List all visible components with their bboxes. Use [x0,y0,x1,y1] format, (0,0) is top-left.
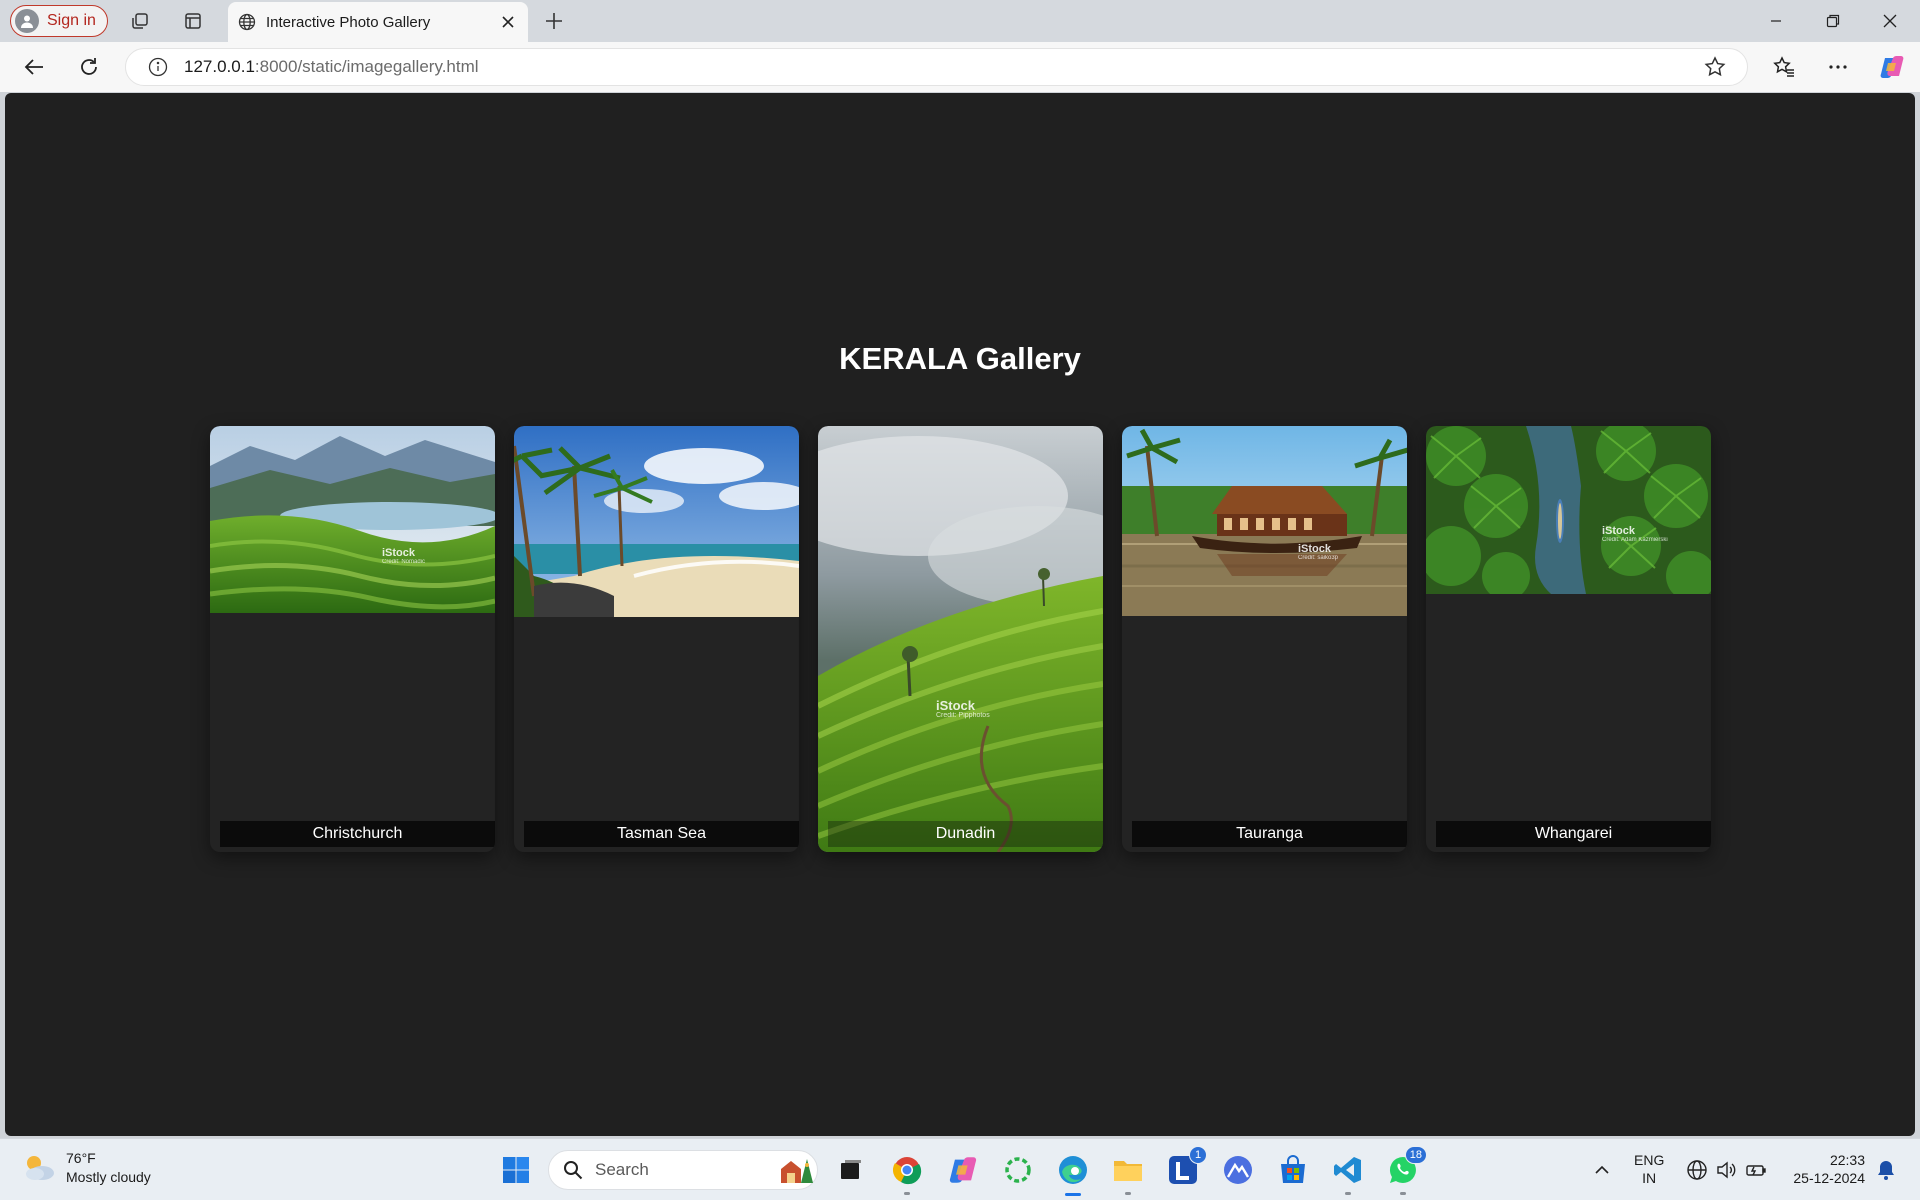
plus-icon[interactable] [540,7,568,35]
card-image[interactable] [514,426,799,617]
card-image[interactable]: iStock Credit: Nomadic [210,426,495,613]
language-code: ENG [1634,1152,1665,1168]
clock-date: 25-12-2024 [1793,1170,1865,1186]
watermark-text: iStock [382,547,416,559]
url-path: :8000/static/imagegallery.html [254,57,479,76]
task-view-icon[interactable] [833,1152,869,1188]
chevron-up-icon[interactable] [1584,1152,1620,1188]
image-watermark: iStock Credit: Pipphotos [936,699,990,719]
chrome-icon[interactable] [889,1152,925,1195]
watermark-credit: Credit: Nomadic [382,559,426,565]
weather-widget[interactable]: 76°F Mostly cloudy [22,1149,151,1187]
sign-in-label: Sign in [47,12,96,29]
card-caption: Dunadin [828,821,1103,847]
battery-icon[interactable] [1738,1152,1774,1188]
clock[interactable]: 22:33 25-12-2024 [1785,1151,1865,1187]
watermark-text: iStock [936,698,976,713]
l-app-icon[interactable]: 1 [1165,1146,1207,1188]
language-indicator[interactable]: ENG IN [1634,1151,1664,1187]
card-image[interactable]: iStock Credit: Adam Kazmierski [1426,426,1711,594]
taskbar: 76°F Mostly cloudy Search 1 18 ENG IN 22… [0,1138,1920,1200]
gallery-card-christchurch[interactable]: iStock Credit: Nomadic Christchurch [210,426,495,852]
tab-title: Interactive Photo Gallery [266,13,431,31]
watermark-credit: Credit: Pipphotos [936,712,990,719]
url-text[interactable]: 127.0.0.1:8000/static/imagegallery.html [184,57,1701,77]
watermark-text: iStock [1298,543,1332,555]
window-close-icon[interactable] [1862,0,1918,42]
tab-actions-icon[interactable] [181,9,205,33]
active-indicator [1065,1193,1081,1196]
close-icon[interactable] [494,8,522,36]
copilot-icon[interactable] [1878,53,1906,81]
card-caption: Christchurch [220,821,495,847]
gallery-card-dunadin[interactable]: iStock Credit: Pipphotos Dunadin [818,426,1103,852]
image-watermark: iStock Credit: Nomadic [382,547,426,566]
search-icon [563,1160,583,1180]
card-caption: Tauranga [1132,821,1407,847]
copilot-taskbar-icon[interactable] [945,1152,981,1188]
image-watermark: iStock Credit: Adam Kazmierski [1602,525,1668,544]
tab-strip: Sign in Interactive Photo Gallery [0,0,1920,42]
running-indicator [1125,1192,1131,1195]
gallery-card-whangarei[interactable]: iStock Credit: Adam Kazmierski Whangarei [1426,426,1711,852]
sign-in-button[interactable]: Sign in [10,5,108,37]
card-caption: Tasman Sea [524,821,799,847]
windows-icon[interactable] [498,1152,534,1188]
minimize-icon[interactable] [1748,0,1804,42]
watermark-text: iStock [1602,525,1636,537]
star-icon[interactable] [1701,53,1729,81]
page-viewport: KERALA Gallery iStock Credit: Nomadic Ch… [5,93,1915,1136]
edge-icon[interactable] [1055,1152,1091,1196]
running-indicator [1400,1192,1406,1195]
restore-icon[interactable] [1805,0,1861,42]
card-image[interactable]: iStock Credit: Pipphotos [818,426,1103,852]
card-image[interactable]: iStock Credit: saiko3p [1122,426,1407,616]
search-highlight-icon [777,1155,817,1185]
loader-app-icon[interactable] [1000,1152,1036,1188]
back-icon[interactable] [20,53,48,81]
globe-icon [238,13,256,31]
mountain-app-icon[interactable] [1220,1152,1256,1188]
watermark-credit: Credit: saiko3p [1298,555,1339,561]
store-icon[interactable] [1275,1152,1311,1188]
address-field[interactable]: 127.0.0.1:8000/static/imagegallery.html [125,48,1748,86]
tab-active[interactable]: Interactive Photo Gallery [228,2,528,42]
search-placeholder: Search [595,1160,649,1179]
running-indicator [904,1192,910,1195]
region-code: IN [1642,1170,1657,1186]
clock-time: 22:33 [1829,1152,1865,1168]
url-host: 127.0.0.1 [184,57,255,76]
workspaces-icon[interactable] [128,9,152,33]
card-caption: Whangarei [1436,821,1711,847]
notification-badge: 1 [1189,1146,1207,1164]
more-icon[interactable] [1824,53,1852,81]
whatsapp-icon[interactable]: 18 [1385,1146,1427,1195]
page-title: KERALA Gallery [839,341,1081,376]
favorites-icon[interactable] [1770,53,1798,81]
weather-description: Mostly cloudy [66,1169,151,1185]
weather-temp: 76°F [66,1150,96,1166]
running-indicator [1345,1192,1351,1195]
address-bar-row: 127.0.0.1:8000/static/imagegallery.html [0,42,1920,92]
gallery-card-tasman-sea[interactable]: Tasman Sea [514,426,799,852]
file-explorer-icon[interactable] [1110,1152,1146,1195]
taskbar-search[interactable]: Search [548,1150,818,1190]
notification-bell-icon[interactable] [1868,1152,1904,1188]
notification-badge: 18 [1404,1146,1427,1164]
vscode-icon[interactable] [1330,1152,1366,1195]
refresh-icon[interactable] [75,53,103,81]
info-icon[interactable] [146,55,170,79]
gallery-card-tauranga[interactable]: iStock Credit: saiko3p Tauranga [1122,426,1407,852]
watermark-credit: Credit: Adam Kazmierski [1602,537,1668,543]
image-watermark: iStock Credit: saiko3p [1298,543,1339,562]
weather-icon [22,1153,56,1183]
user-icon [15,9,39,33]
